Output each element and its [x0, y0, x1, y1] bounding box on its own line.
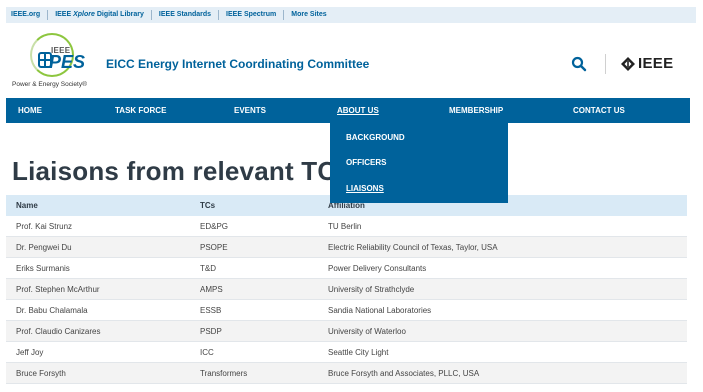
cell-name: Bruce Forsyth: [16, 369, 66, 378]
table-row: Prof. Kai Strunz ED&PG TU Berlin: [6, 216, 687, 237]
cell-tc: PSOPE: [200, 243, 228, 252]
cell-name: Dr. Babu Chalamala: [16, 306, 88, 315]
nav-task-force[interactable]: TASK FORCE: [115, 98, 166, 123]
cell-name: Prof. Stephen McArthur: [16, 285, 100, 294]
nav-membership[interactable]: MEMBERSHIP: [449, 98, 503, 123]
table-row: Eriks Surmanis T&D Power Delivery Consul…: [6, 258, 687, 279]
cell-tc: ED&PG: [200, 222, 229, 231]
cell-tc: AMPS: [200, 285, 223, 294]
ieee-spectrum-link[interactable]: IEEE Spectrum: [219, 10, 285, 20]
table-row: Dr. Pengwei Du PSOPE Electric Reliabilit…: [6, 237, 687, 258]
utility-bar: IEEE.org IEEE Xplore Digital Library IEE…: [0, 0, 703, 30]
column-header-name: Name: [16, 201, 38, 210]
search-icon[interactable]: [571, 56, 587, 72]
cell-tc: ICC: [200, 348, 214, 357]
about-us-dropdown: BACKGROUND OFFICERS LIAISONS: [330, 123, 508, 203]
cell-affiliation: TU Berlin: [328, 222, 362, 231]
more-sites-link[interactable]: More Sites: [284, 10, 333, 20]
dropdown-officers[interactable]: OFFICERS: [346, 158, 386, 167]
table-row: Dr. Babu Chalamala ESSB Sandia National …: [6, 300, 687, 321]
cell-affiliation: Power Delivery Consultants: [328, 264, 427, 273]
page-title: Liaisons from relevant TCs: [12, 156, 351, 186]
dropdown-background[interactable]: BACKGROUND: [346, 133, 405, 142]
nav-about-us[interactable]: ABOUT US: [337, 98, 379, 123]
cell-tc: Transformers: [200, 369, 248, 378]
logo-pes-text: PES: [49, 52, 86, 72]
cell-name: Prof. Kai Strunz: [16, 222, 73, 231]
ieee-standards-link[interactable]: IEEE Standards: [152, 10, 220, 20]
cell-affiliation: University of Waterloo: [328, 327, 406, 336]
cell-name: Dr. Pengwei Du: [16, 243, 72, 252]
cell-affiliation: Seattle City Light: [328, 348, 389, 357]
table-row: Bruce Forsyth Transformers Bruce Forsyth…: [6, 363, 687, 384]
cell-affiliation: Bruce Forsyth and Associates, PLLC, USA: [328, 369, 480, 378]
nav-events[interactable]: EVENTS: [234, 98, 266, 123]
ieee-brand-logo[interactable]: IEEE: [620, 55, 673, 72]
header-divider: [605, 54, 606, 74]
table-row: Prof. Stephen McArthur AMPS University o…: [6, 279, 687, 300]
logo-tagline: Power & Energy Society®: [12, 81, 87, 88]
utility-links: IEEE.org IEEE Xplore Digital Library IEE…: [6, 7, 696, 23]
cell-tc: ESSB: [200, 306, 222, 315]
cell-tc: PSDP: [200, 327, 222, 336]
ieee-org-link[interactable]: IEEE.org: [10, 10, 49, 20]
nav-home[interactable]: HOME: [18, 98, 42, 123]
cell-name: Eriks Surmanis: [16, 264, 70, 273]
liaisons-table: Name TCs Affiliation Prof. Kai Strunz ED…: [6, 195, 687, 384]
pes-logo[interactable]: IEEE PES Power & Energy Society®: [8, 33, 92, 91]
cell-affiliation: Electric Reliability Council of Texas, T…: [328, 243, 498, 252]
cell-affiliation: Sandia National Laboratories: [328, 306, 432, 315]
ieee-diamond-icon: [621, 56, 635, 71]
dropdown-liaisons[interactable]: LIAISONS: [346, 184, 384, 193]
ieee-brand-text: IEEE: [638, 55, 674, 72]
table-row: Prof. Claudio Canizares PSDP University …: [6, 321, 687, 342]
cell-name: Jeff Joy: [16, 348, 44, 357]
nav-contact-us[interactable]: CONTACT US: [573, 98, 625, 123]
cell-affiliation: University of Strathclyde: [328, 285, 415, 294]
cell-name: Prof. Claudio Canizares: [16, 327, 101, 336]
site-title[interactable]: EICC Energy Internet Coordinating Commit…: [106, 57, 369, 71]
ieee-xplore-link[interactable]: IEEE Xplore Digital Library: [48, 10, 152, 20]
column-header-tcs: TCs: [200, 201, 216, 210]
cell-tc: T&D: [200, 264, 216, 273]
table-row: Jeff Joy ICC Seattle City Light: [6, 342, 687, 363]
main-nav: HOME TASK FORCE EVENTS ABOUT US MEMBERSH…: [6, 98, 690, 123]
